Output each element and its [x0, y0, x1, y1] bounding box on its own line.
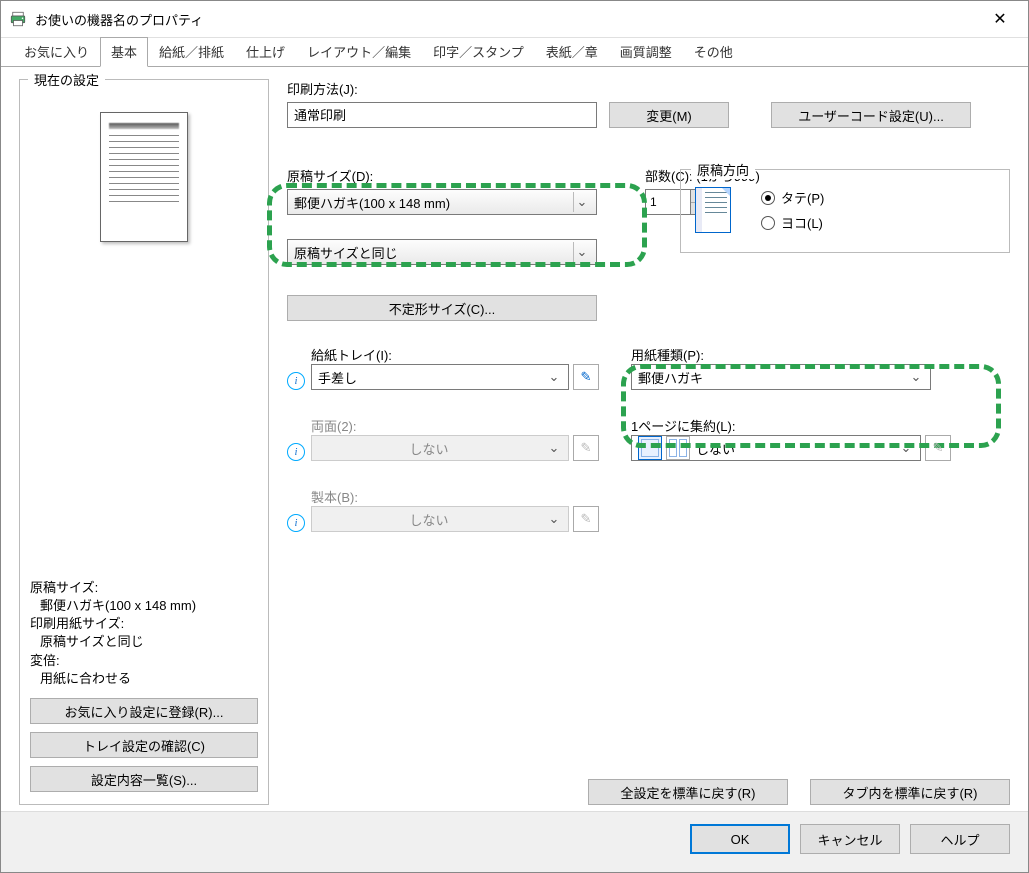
pencil-icon: ✎ [933, 440, 944, 456]
dialog-footer: OK キャンセル ヘルプ [1, 811, 1028, 872]
pencil-icon: ✎ [581, 440, 592, 456]
info-zoom-label: 変倍: [30, 652, 258, 670]
close-button[interactable]: ✕ [980, 1, 1020, 37]
pencil-icon: ✎ [581, 511, 592, 527]
orientation-portrait-radio[interactable]: タテ(P) [761, 188, 824, 207]
tab-finishing[interactable]: 仕上げ [235, 37, 296, 67]
pencil-icon: ✎ [581, 369, 592, 385]
print-method-label: 印刷方法(J): [287, 79, 1010, 98]
doc-size-label: 原稿サイズ(D): [287, 166, 597, 185]
printer-icon [9, 10, 27, 28]
usercode-button[interactable]: ユーザーコード設定(U)... [771, 102, 971, 128]
info-icon[interactable]: i [287, 372, 305, 390]
tab-favorites[interactable]: お気に入り [13, 37, 100, 67]
chevron-down-icon: ⌄ [546, 438, 562, 458]
list-settings-button[interactable]: 設定内容一覧(S)... [30, 766, 258, 792]
chevron-down-icon: ⌄ [573, 242, 590, 262]
reset-all-button[interactable]: 全設定を標準に戻す(R) [588, 779, 788, 805]
titlebar: お使いの機器名のプロパティ ✕ [1, 1, 1028, 38]
booklet-label: 製本(B): [311, 487, 599, 506]
tab-layout[interactable]: レイアウト／編集 [296, 37, 422, 67]
tab-cover[interactable]: 表紙／章 [535, 37, 609, 67]
orientation-preview-icon [695, 187, 731, 233]
paper-type-select[interactable]: 郵便ハガキ ⌄ [631, 364, 931, 390]
ok-button[interactable]: OK [690, 824, 790, 854]
current-settings-group: 現在の設定 原稿サイズ: [19, 79, 269, 805]
paper-type-label: 用紙種類(P): [631, 345, 931, 364]
nup-value: しない [696, 439, 892, 458]
print-on-size-select[interactable]: 原稿サイズと同じ ⌄ [287, 239, 597, 265]
info-docsize-value: 郵便ハガキ(100 x 148 mm) [30, 597, 258, 615]
page-preview [100, 112, 188, 242]
custom-size-button[interactable]: 不定形サイズ(C)... [287, 295, 597, 321]
reset-tab-button[interactable]: タブ内を標準に戻す(R) [810, 779, 1010, 805]
tray-edit-button[interactable]: ✎ [573, 364, 599, 390]
reset-row: 全設定を標準に戻す(R) タブ内を標準に戻す(R) [287, 739, 1010, 805]
sidebar-info: 原稿サイズ: 郵便ハガキ(100 x 148 mm) 印刷用紙サイズ: 原稿サイ… [30, 579, 258, 688]
change-button[interactable]: 変更(M) [609, 102, 729, 128]
layout-2up-icon [666, 436, 690, 460]
window-title: お使いの機器名のプロパティ [35, 10, 980, 29]
preview-header [109, 123, 179, 129]
doc-size-value: 郵便ハガキ(100 x 148 mm) [294, 193, 450, 212]
current-settings-legend: 現在の設定 [28, 70, 105, 89]
info-docsize-label: 原稿サイズ: [30, 579, 258, 597]
print-on-size-value: 原稿サイズと同じ [294, 243, 398, 262]
chevron-down-icon: ⌄ [546, 509, 562, 529]
layout-1up-icon [638, 436, 662, 460]
duplex-value: しない [318, 439, 540, 458]
tray-label: 給紙トレイ(I): [311, 345, 599, 364]
tray-select[interactable]: 手差し ⌄ [311, 364, 569, 390]
chevron-down-icon: ⌄ [573, 192, 590, 212]
content-area: 印刷方法(J): 通常印刷 変更(M) ユーザーコード設定(U)... 原稿サイ… [287, 79, 1010, 805]
cancel-button[interactable]: キャンセル [800, 824, 900, 854]
radio-off-icon [761, 216, 775, 230]
chevron-down-icon: ⌄ [546, 367, 562, 387]
tab-strip: お気に入り 基本 給紙／排紙 仕上げ レイアウト／編集 印字／スタンプ 表紙／章… [1, 38, 1028, 67]
tab-stamp[interactable]: 印字／スタンプ [422, 37, 535, 67]
tab-paper[interactable]: 給紙／排紙 [148, 37, 235, 67]
tray-value: 手差し [318, 368, 357, 387]
info-icon[interactable]: i [287, 443, 305, 461]
info-printsize-value: 原稿サイズと同じ [30, 633, 258, 651]
print-method-field: 通常印刷 [287, 102, 597, 128]
dialog-body: 現在の設定 原稿サイズ: [1, 67, 1028, 811]
sidebar: 現在の設定 原稿サイズ: [19, 79, 269, 805]
sidebar-buttons: お気に入り設定に登録(R)... トレイ設定の確認(C) 設定内容一覧(S)..… [30, 698, 258, 792]
nup-edit-button: ✎ [925, 435, 951, 461]
orientation-group: 原稿方向 タテ(P) ヨコ(L) [680, 169, 1010, 253]
nup-icons [638, 436, 696, 460]
tab-basic[interactable]: 基本 [100, 37, 148, 67]
orientation-legend: 原稿方向 [691, 160, 755, 179]
doc-size-select[interactable]: 郵便ハガキ(100 x 148 mm) ⌄ [287, 189, 597, 215]
info-icon[interactable]: i [287, 514, 305, 532]
chevron-down-icon: ⌄ [898, 438, 914, 458]
orientation-landscape-radio[interactable]: ヨコ(L) [761, 213, 824, 232]
close-icon: ✕ [993, 9, 1006, 29]
duplex-edit-button: ✎ [573, 435, 599, 461]
booklet-value: しない [318, 510, 540, 529]
register-favorite-button[interactable]: お気に入り設定に登録(R)... [30, 698, 258, 724]
nup-label: 1ページに集約(L): [631, 416, 951, 435]
info-zoom-value: 用紙に合わせる [30, 670, 258, 688]
chevron-down-icon: ⌄ [908, 367, 924, 387]
info-printsize-label: 印刷用紙サイズ: [30, 615, 258, 633]
confirm-tray-button[interactable]: トレイ設定の確認(C) [30, 732, 258, 758]
duplex-select: しない ⌄ [311, 435, 569, 461]
duplex-label: 両面(2): [311, 416, 599, 435]
booklet-select: しない ⌄ [311, 506, 569, 532]
tab-quality[interactable]: 画質調整 [609, 37, 683, 67]
tab-other[interactable]: その他 [683, 37, 744, 67]
dialog-window: お使いの機器名のプロパティ ✕ お気に入り 基本 給紙／排紙 仕上げ レイアウト… [0, 0, 1029, 873]
booklet-edit-button: ✎ [573, 506, 599, 532]
nup-select[interactable]: しない ⌄ [631, 435, 921, 461]
radio-on-icon [761, 191, 775, 205]
paper-type-value: 郵便ハガキ [638, 368, 703, 387]
help-button[interactable]: ヘルプ [910, 824, 1010, 854]
